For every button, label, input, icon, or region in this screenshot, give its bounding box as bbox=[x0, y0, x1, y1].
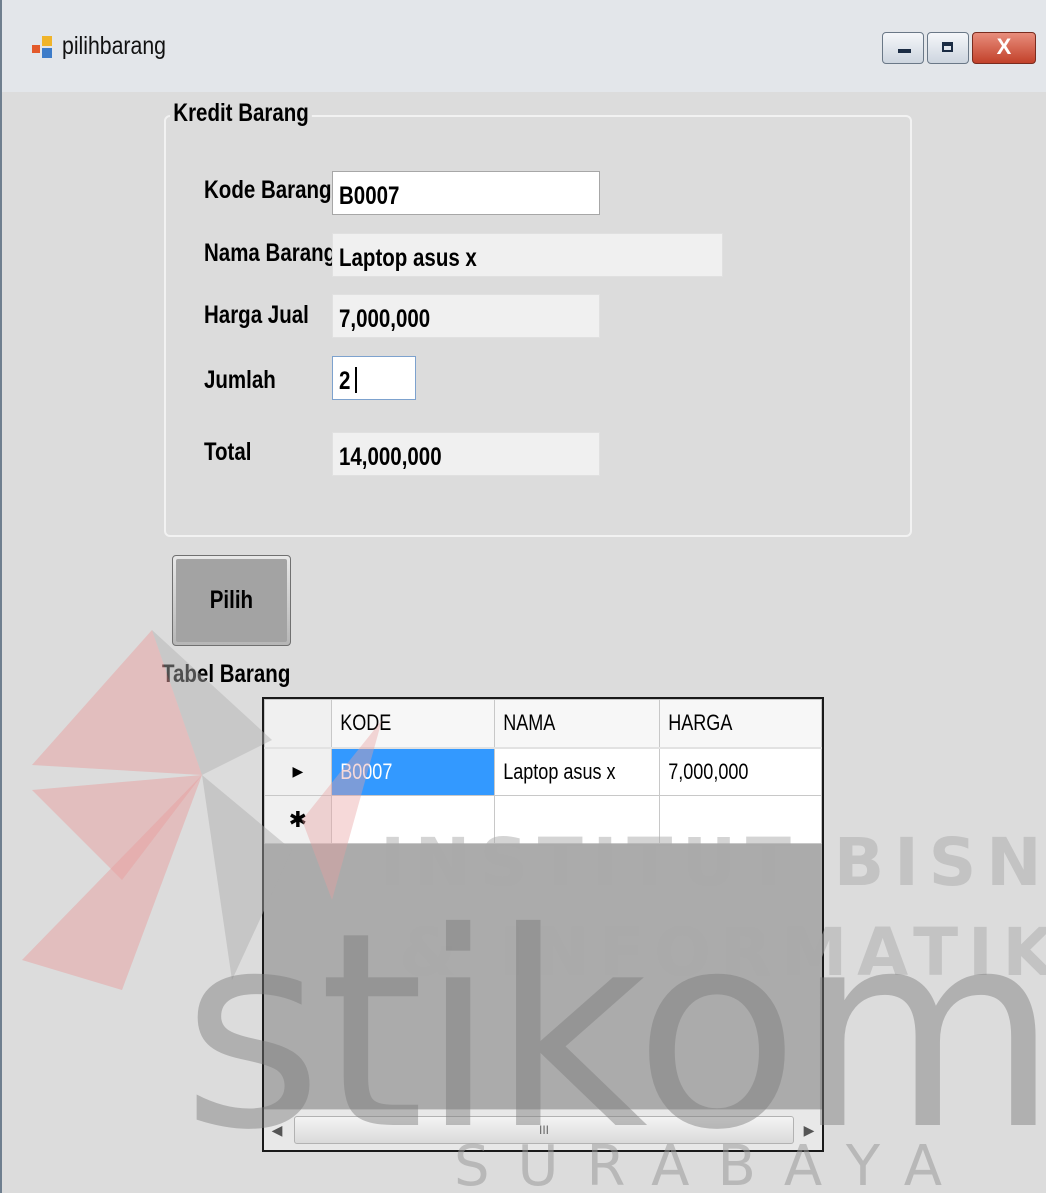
table-row[interactable]: ▶ B0007 Laptop asus x 7,000,000 bbox=[264, 747, 822, 796]
kode-barang-label: Kode Barang bbox=[204, 176, 332, 204]
minimize-button[interactable] bbox=[882, 32, 924, 64]
maximize-button[interactable] bbox=[927, 32, 969, 64]
title-bar[interactable]: pilihbarang X bbox=[2, 0, 1046, 92]
horizontal-scrollbar[interactable]: ◀ III ▶ bbox=[264, 1109, 822, 1150]
nama-barang-field[interactable]: Laptop asus x bbox=[332, 233, 723, 277]
jumlah-label: Jumlah bbox=[204, 366, 276, 394]
current-row-indicator-icon[interactable]: ▶ bbox=[264, 747, 332, 796]
jumlah-field[interactable]: 2 bbox=[332, 356, 416, 400]
scroll-left-icon[interactable]: ◀ bbox=[264, 1110, 290, 1150]
header-corner[interactable] bbox=[264, 699, 332, 749]
window-title: pilihbarang bbox=[62, 32, 166, 60]
group-title: Kredit Barang bbox=[170, 99, 313, 128]
grid-header-row: KODE NAMA HARGA bbox=[264, 699, 822, 749]
scroll-grip-icon: III bbox=[538, 1123, 549, 1137]
cell-empty[interactable] bbox=[494, 795, 661, 844]
harga-jual-label: Harga Jual bbox=[204, 301, 309, 329]
cell-empty[interactable] bbox=[659, 795, 822, 844]
barang-datagrid[interactable]: KODE NAMA HARGA ▶ B0007 Laptop asus x 7,… bbox=[262, 697, 824, 1152]
cell-empty[interactable] bbox=[330, 795, 496, 844]
total-field[interactable]: 14,000,000 bbox=[332, 432, 600, 476]
nama-barang-label: Nama Barang bbox=[204, 239, 337, 267]
scroll-thumb[interactable]: III bbox=[294, 1116, 794, 1144]
column-header-harga[interactable]: HARGA bbox=[659, 699, 822, 749]
text-caret bbox=[354, 367, 357, 393]
pilih-button[interactable]: Pilih bbox=[172, 555, 291, 646]
pilih-button-label: Pilih bbox=[209, 586, 254, 614]
total-label: Total bbox=[204, 438, 252, 466]
minimize-icon bbox=[898, 49, 911, 53]
maximize-icon bbox=[942, 42, 953, 52]
column-header-nama[interactable]: NAMA bbox=[494, 699, 661, 749]
app-icon bbox=[32, 36, 54, 58]
kode-barang-field[interactable]: B0007 bbox=[332, 171, 600, 215]
cell-kode[interactable]: B0007 bbox=[330, 747, 496, 796]
scroll-right-icon[interactable]: ▶ bbox=[796, 1110, 822, 1150]
new-row[interactable]: ✱ bbox=[264, 795, 822, 844]
tabel-barang-label: Tabel Barang bbox=[162, 660, 291, 688]
close-icon: X bbox=[996, 34, 1012, 59]
pilihbarang-window: pilihbarang X Kredit Barang Kode Barang … bbox=[0, 0, 1046, 1193]
close-button[interactable]: X bbox=[972, 32, 1036, 64]
cell-nama[interactable]: Laptop asus x bbox=[494, 747, 661, 796]
cell-harga[interactable]: 7,000,000 bbox=[659, 747, 822, 796]
new-row-indicator-icon[interactable]: ✱ bbox=[264, 795, 332, 844]
column-header-kode[interactable]: KODE bbox=[330, 699, 496, 749]
harga-jual-field[interactable]: 7,000,000 bbox=[332, 294, 600, 338]
